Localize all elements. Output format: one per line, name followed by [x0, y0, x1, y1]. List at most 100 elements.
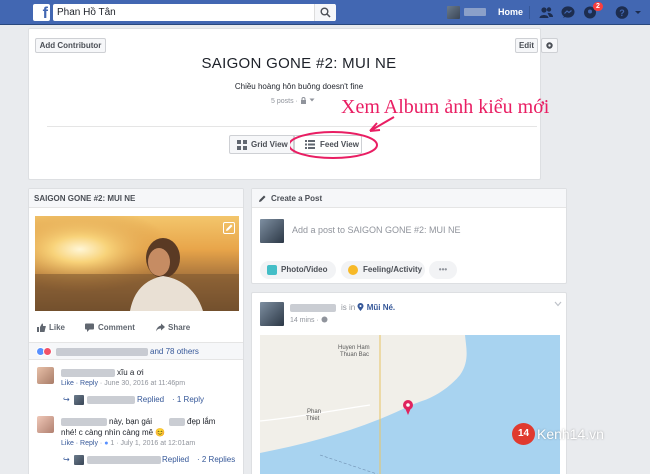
- friend-requests-icon[interactable]: [538, 5, 554, 20]
- reply-count[interactable]: · 1 Reply: [172, 395, 204, 404]
- create-post-card: Create a Post Add a post to SAIGON GONE …: [251, 188, 567, 284]
- profile-name-blurred[interactable]: [464, 8, 486, 16]
- kenh14-logo: 14: [512, 423, 535, 445]
- blurred-commenter-name[interactable]: [61, 369, 115, 377]
- svg-text:?: ?: [619, 8, 625, 18]
- photo-icon: [267, 265, 277, 275]
- privacy-icon[interactable]: [321, 316, 328, 323]
- photo-video-label: Photo/Video: [281, 265, 328, 274]
- create-post-header[interactable]: Create a Post: [252, 189, 566, 208]
- messages-icon[interactable]: [560, 5, 576, 20]
- map-label: Thiet: [306, 416, 320, 422]
- comment-text-line2: nhé! c càng nhìn càng mê 😊: [61, 428, 166, 437]
- comment-text-continued: đẹp lắm: [187, 417, 216, 426]
- reply-arrow-icon: ↪: [63, 455, 70, 464]
- kenh14-text: Kenh14.vn: [537, 426, 604, 442]
- replies-link[interactable]: ↪: [63, 395, 70, 404]
- gear-icon: [546, 42, 553, 49]
- album-cover-card: SAIGON GONE #2: MUI NE Like Comment Shar…: [28, 188, 244, 474]
- blurred-poster-name[interactable]: [290, 304, 336, 312]
- location-map[interactable]: Huyen Ham Thuan Bac Phan Thiet: [260, 335, 560, 474]
- replied-label[interactable]: Replied: [162, 455, 189, 464]
- comment-text: xĩu a ơi: [117, 368, 144, 377]
- reply-arrow-icon: ↪: [63, 395, 70, 404]
- like-icon: [37, 323, 46, 332]
- feed-post-card: is in Mũi Né. 14 mins · Huyen Ham Thuan …: [251, 292, 567, 474]
- comment-like-reply-links[interactable]: Like · Reply: [61, 440, 98, 447]
- grid-view-label: Grid View: [251, 140, 288, 149]
- account-menu-chevron-icon[interactable]: [634, 5, 642, 20]
- comment-time[interactable]: · July 1, 2016 at 12:01am: [116, 440, 195, 447]
- post-count: 5 posts: [271, 98, 294, 105]
- comment-button[interactable]: Comment: [98, 323, 135, 332]
- album-settings-button[interactable]: [541, 38, 558, 53]
- pencil-icon: [259, 195, 266, 202]
- dot-separator: ·: [295, 98, 298, 105]
- help-icon[interactable]: ?: [614, 5, 630, 20]
- comment-item: xĩu a ơi Like · Reply · June 30, 2016 at…: [37, 367, 241, 417]
- home-link[interactable]: Home: [498, 7, 523, 17]
- post-options-chevron-icon[interactable]: [554, 301, 562, 307]
- reply-count[interactable]: · 2 Replies: [197, 455, 235, 464]
- edit-album-button[interactable]: Edit: [515, 38, 538, 53]
- poster-avatar[interactable]: [260, 302, 284, 326]
- comment-like-icon: ●: [104, 440, 109, 447]
- comment-like-reply-links[interactable]: Like · Reply: [61, 380, 98, 387]
- post-headline: is in Mũi Né.: [341, 303, 395, 312]
- add-contributor-button[interactable]: Add Contributor: [35, 38, 106, 53]
- smiley-icon: [348, 265, 358, 275]
- album-meta: 5 posts ·: [271, 97, 315, 105]
- grid-view-button[interactable]: Grid View: [229, 135, 294, 154]
- comment-meta: Like · Reply · June 30, 2016 at 11:46pm: [61, 380, 185, 387]
- map-label: Phan: [307, 409, 322, 415]
- comment-text: này, bạn gái: [109, 417, 152, 426]
- replier-avatar: [74, 395, 84, 405]
- facebook-logo[interactable]: f: [33, 4, 50, 21]
- feeling-activity-button[interactable]: Feeling/Activity: [341, 261, 425, 279]
- map-label: Huyen Ham: [338, 345, 370, 351]
- reactions-count[interactable]: and 78 others: [150, 347, 199, 356]
- edit-photo-button[interactable]: [223, 222, 235, 234]
- lock-icon[interactable]: [300, 97, 307, 104]
- notification-count-badge: 2: [593, 2, 603, 11]
- replied-label[interactable]: Replied: [137, 395, 164, 404]
- divider: [529, 6, 530, 19]
- annotation-circle-arrow: [290, 116, 395, 159]
- comment-item: này, bạn gái đẹp lắm nhé! c càng nhìn cà…: [37, 416, 241, 474]
- post-time[interactable]: 14 mins ·: [290, 317, 319, 324]
- location-pin-icon: [357, 303, 364, 311]
- comment-time[interactable]: · June 30, 2016 at 11:46pm: [100, 380, 185, 387]
- user-avatar[interactable]: [260, 219, 284, 243]
- blurred-commenter-name[interactable]: [61, 418, 107, 426]
- comment-like-count[interactable]: 1: [110, 440, 114, 447]
- is-in-text: is in: [341, 303, 356, 312]
- post-composer-input[interactable]: Add a post to SAIGON GONE #2: MUI NE: [292, 225, 461, 235]
- top-navigation-bar: f Home 2 ?: [0, 0, 650, 25]
- replier-avatar: [74, 455, 84, 465]
- profile-avatar[interactable]: [447, 6, 460, 19]
- like-button[interactable]: Like: [49, 323, 65, 332]
- pencil-icon: [226, 224, 233, 231]
- location-link[interactable]: Mũi Né.: [367, 303, 395, 312]
- search-icon: [320, 7, 331, 18]
- map-label: Thuan Bac: [340, 352, 370, 358]
- search-button[interactable]: [314, 4, 336, 21]
- album-cover-photo[interactable]: [35, 216, 239, 311]
- search-input[interactable]: [57, 7, 307, 18]
- post-timestamp: 14 mins ·: [290, 316, 328, 324]
- reactions-summary[interactable]: and 78 others: [29, 342, 243, 360]
- share-icon: [156, 323, 165, 332]
- blurred-replier-names: [87, 456, 161, 464]
- more-options-button[interactable]: •••: [429, 261, 457, 279]
- blurred-mention: [169, 418, 185, 426]
- search-box[interactable]: [53, 4, 335, 21]
- replies-link[interactable]: ↪: [63, 455, 70, 464]
- feeling-activity-label: Feeling/Activity: [363, 265, 423, 274]
- album-card-title: SAIGON GONE #2: MUI NE: [29, 189, 243, 208]
- blurred-names: [56, 348, 148, 356]
- commenter-avatar[interactable]: [37, 367, 54, 384]
- share-button[interactable]: Share: [168, 323, 190, 332]
- commenter-avatar[interactable]: [37, 416, 54, 433]
- photo-video-button[interactable]: Photo/Video: [260, 261, 336, 279]
- privacy-dropdown-icon[interactable]: [309, 97, 315, 103]
